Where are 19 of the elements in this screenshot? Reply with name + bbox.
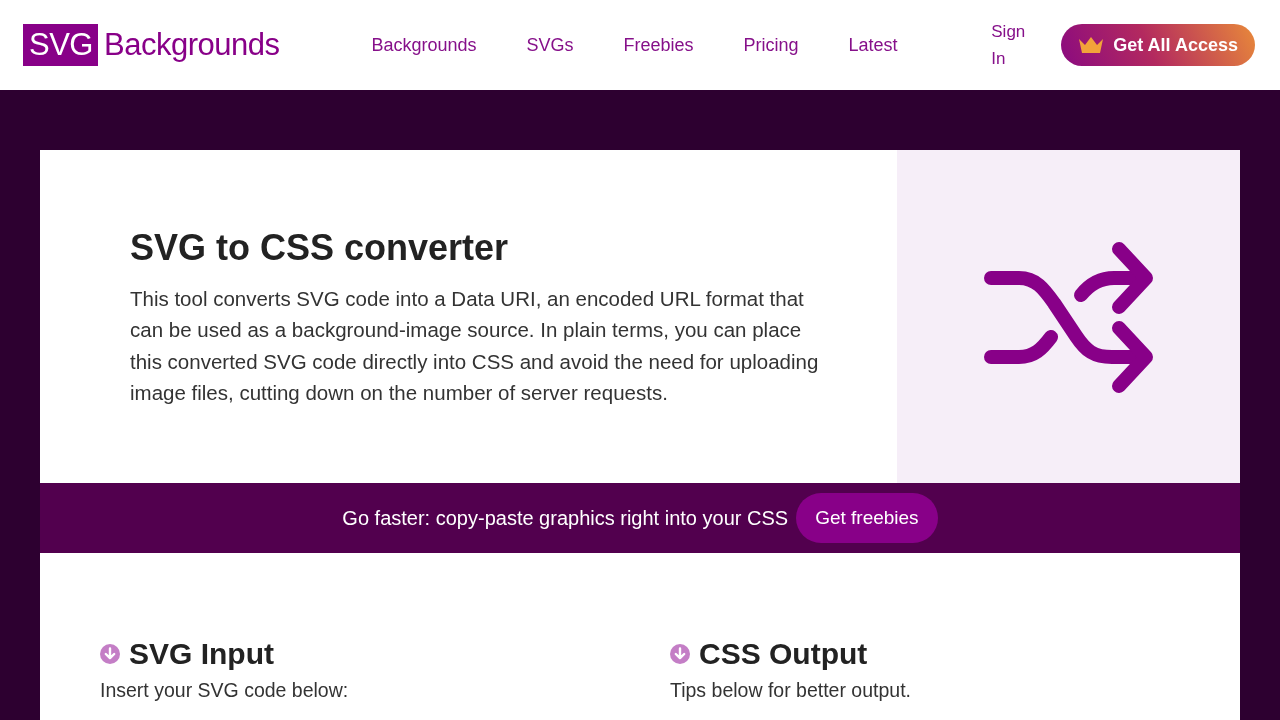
logo-text[interactable]: Backgrounds xyxy=(103,24,280,66)
logo-badge[interactable]: SVG xyxy=(23,24,98,66)
crown-icon xyxy=(1078,36,1105,54)
nav-link[interactable]: Backgrounds xyxy=(371,33,477,57)
shuffle-icon xyxy=(983,240,1154,393)
intro-paragraph: This tool converts SVG code into a Data URI, an encoded URL format that can be used as a background-image source. In plain terms, you can place this converted SVG code directly into CSS and avoid the need for uploading image files, cutting down on the number of server requests. xyxy=(130,285,820,406)
promo-text: Go faster: copy-paste graphics right into your CSS xyxy=(342,506,789,531)
section-heading: SVG Input xyxy=(129,636,274,672)
page-title: SVG to CSS converter xyxy=(130,225,510,270)
nav-link[interactable]: Freebies xyxy=(623,33,694,57)
nav-link[interactable]: Pricing xyxy=(743,33,799,57)
section-heading: CSS Output xyxy=(699,636,868,672)
get-all-access-button[interactable]: Get All Access xyxy=(1061,24,1255,66)
nav-link[interactable]: Latest xyxy=(848,33,898,57)
section-hint: Insert your SVG code below: xyxy=(100,678,350,703)
section-hint: Tips below for better output. xyxy=(670,678,912,703)
sign-in-link[interactable]: Sign In xyxy=(991,18,1032,72)
get-freebies-button[interactable]: Get freebies xyxy=(796,493,938,543)
nav-link[interactable]: SVGs xyxy=(526,33,574,57)
